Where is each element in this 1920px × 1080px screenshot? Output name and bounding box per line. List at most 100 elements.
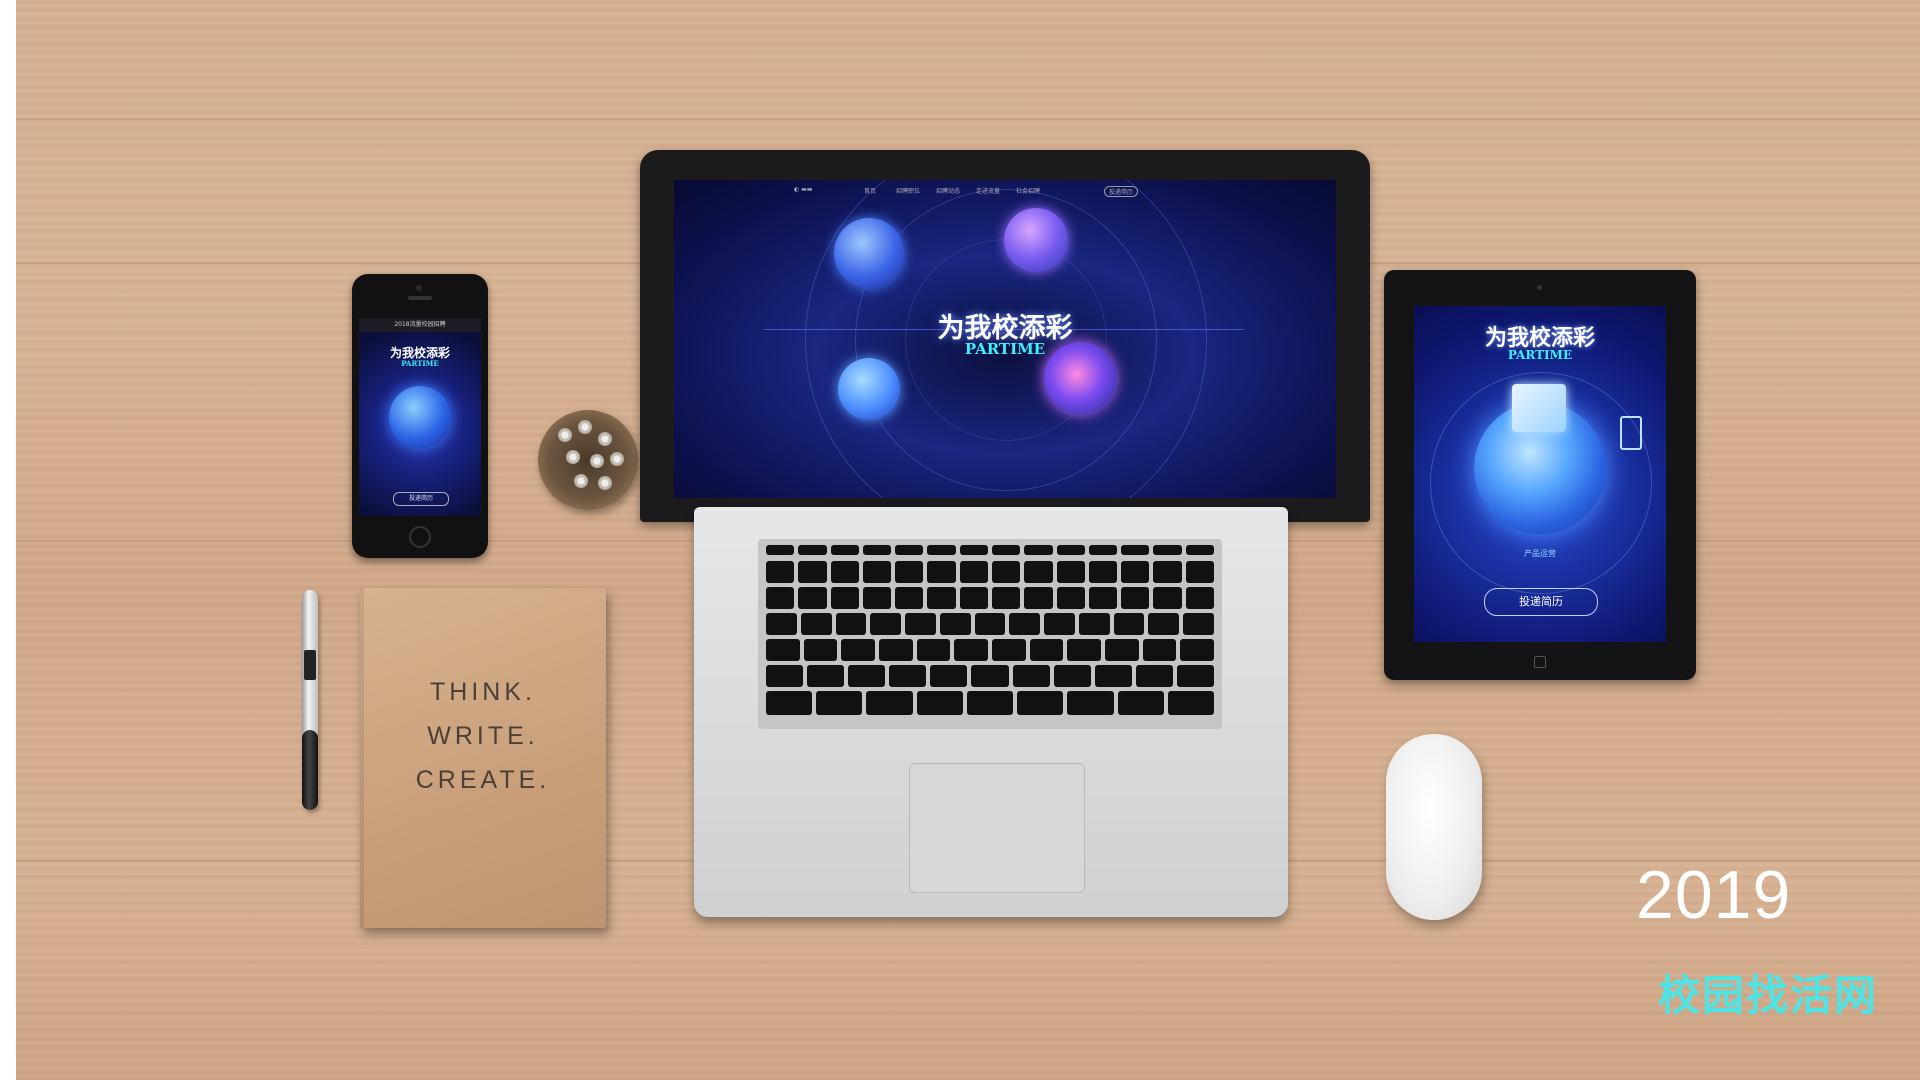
- keyboard-key: [1067, 639, 1101, 661]
- keyboard-key: [1056, 561, 1085, 583]
- keyboard-key: [916, 639, 951, 661]
- keyboard-key: [974, 613, 1006, 635]
- keyboard-key: [1056, 587, 1085, 609]
- wood-desk-scene: 2018流量校园招聘 为我校添彩 PARTIME 投递简历 THINK. WRI…: [16, 0, 1920, 1080]
- laptop-orb-top-right: [1004, 208, 1068, 272]
- keyboard-key: [1185, 545, 1214, 555]
- keyboard-key: [1024, 545, 1053, 555]
- keyboard-key: [927, 587, 956, 609]
- nav-social-hiring[interactable]: 社会招聘: [1016, 186, 1040, 195]
- keyboard-key: [1056, 545, 1085, 555]
- laptop-keyboard: [758, 539, 1222, 729]
- keyboard-key: [807, 665, 845, 687]
- keyboard-key: [971, 665, 1009, 687]
- keyboard-key: [1167, 691, 1214, 715]
- keyboard-key: [966, 691, 1014, 715]
- keyboard-key: [992, 545, 1021, 555]
- phone-speaker: [408, 296, 432, 300]
- tablet-home-button: [1534, 656, 1546, 668]
- phone-illustration-orb: [389, 386, 451, 448]
- notebook-line-2: WRITE.: [427, 722, 539, 750]
- keyboard-key: [1121, 545, 1150, 555]
- tablet-screen: 为我校添彩 PARTIME 产品运营 投递简历: [1414, 306, 1666, 642]
- keyboard-key: [866, 691, 913, 715]
- keyboard-key: [927, 561, 956, 583]
- pencil-cup: [538, 410, 638, 510]
- keyboard-key: [798, 545, 827, 555]
- keyboard-key: [992, 561, 1021, 583]
- keyboard-key: [1044, 613, 1075, 635]
- keyboard-key: [930, 665, 968, 687]
- pen-label: [304, 650, 316, 680]
- phone-subheadline: PARTIME: [401, 359, 439, 368]
- keyboard-key: [1053, 665, 1091, 687]
- nav-jobs[interactable]: 招聘职位: [896, 186, 920, 195]
- keyboard-key: [1153, 561, 1182, 583]
- keyboard-key: [848, 665, 886, 687]
- keyboard-key: [1117, 691, 1164, 715]
- keyboard-key: [835, 613, 867, 635]
- keyboard-key: [862, 587, 892, 609]
- keyboard-key: [1185, 587, 1214, 609]
- keyboard-key: [1183, 613, 1214, 635]
- notebook-line-1: THINK.: [430, 678, 536, 706]
- keyboard-key: [1185, 561, 1214, 583]
- keyboard-key: [1142, 639, 1177, 661]
- keyboard-key: [766, 665, 804, 687]
- smartphone-mockup: 2018流量校园招聘 为我校添彩 PARTIME 投递简历: [352, 274, 488, 558]
- keyboard-key: [798, 587, 827, 609]
- phone-screen: 2018流量校园招聘 为我校添彩 PARTIME 投递简历: [359, 318, 481, 516]
- keyboard-key: [1067, 691, 1114, 715]
- keyboard-key: [830, 561, 859, 583]
- keyboard-key: [1009, 613, 1041, 635]
- phone-apply-button[interactable]: 投递简历: [393, 492, 449, 506]
- laptop-orb-top-left: [834, 218, 904, 288]
- brand-watermark: 校园找活网: [1658, 971, 1879, 1020]
- keyboard-key: [803, 639, 838, 661]
- tablet-apply-button[interactable]: 投递简历: [1484, 588, 1598, 616]
- keyboard-key: [870, 613, 902, 635]
- keyboard-key: [766, 545, 795, 555]
- keyboard-key: [992, 639, 1026, 661]
- laptop-apply-button[interactable]: 投递简历: [1104, 186, 1139, 197]
- keyboard-key: [1088, 587, 1118, 609]
- tablet-subheadline: PARTIME: [1507, 348, 1573, 362]
- keyboard-key: [1153, 545, 1182, 555]
- keyboard-key: [1088, 545, 1118, 555]
- keyboard-key: [1121, 561, 1150, 583]
- keyboard-key: [1113, 613, 1145, 635]
- keyboard-key: [800, 613, 832, 635]
- tablet-camera: [1537, 285, 1542, 290]
- phone-camera: [416, 285, 422, 291]
- keyboard-key: [927, 545, 956, 555]
- notebook-line-3: CREATE.: [415, 766, 551, 794]
- laptop-base: [694, 507, 1288, 917]
- phone-nav-bar: 2018流量校园招聘: [359, 318, 481, 332]
- nav-home[interactable]: 首页: [864, 186, 876, 195]
- nav-about[interactable]: 走进流量: [976, 186, 1000, 195]
- keyboard-key: [766, 587, 795, 609]
- keyboard-key: [798, 561, 827, 583]
- keyboard-key: [895, 587, 924, 609]
- keyboard-key: [1148, 613, 1180, 635]
- keyboard-key: [830, 587, 859, 609]
- laptop-logo: ◐ ▬▬: [794, 186, 813, 193]
- keyboard-key: [1029, 639, 1064, 661]
- tablet-block-icon: [1512, 384, 1566, 432]
- keyboard-key: [1024, 587, 1053, 609]
- keyboard-key: [1094, 665, 1132, 687]
- keyboard-key: [766, 639, 800, 661]
- keyboard-key: [879, 639, 913, 661]
- keyboard-key: [889, 665, 927, 687]
- keyboard-key: [992, 587, 1021, 609]
- nav-news[interactable]: 招聘动态: [936, 186, 960, 195]
- keyboard-key: [1153, 587, 1182, 609]
- keyboard-key: [816, 691, 863, 715]
- tablet-mockup: 为我校添彩 PARTIME 产品运营 投递简历: [1384, 270, 1696, 680]
- keyboard-key: [1012, 665, 1050, 687]
- keyboard-key: [1121, 587, 1150, 609]
- magic-mouse: [1386, 734, 1482, 920]
- keyboard-key: [1180, 639, 1214, 661]
- laptop-orb-bottom-left: [838, 358, 900, 420]
- keyboard-key: [895, 561, 924, 583]
